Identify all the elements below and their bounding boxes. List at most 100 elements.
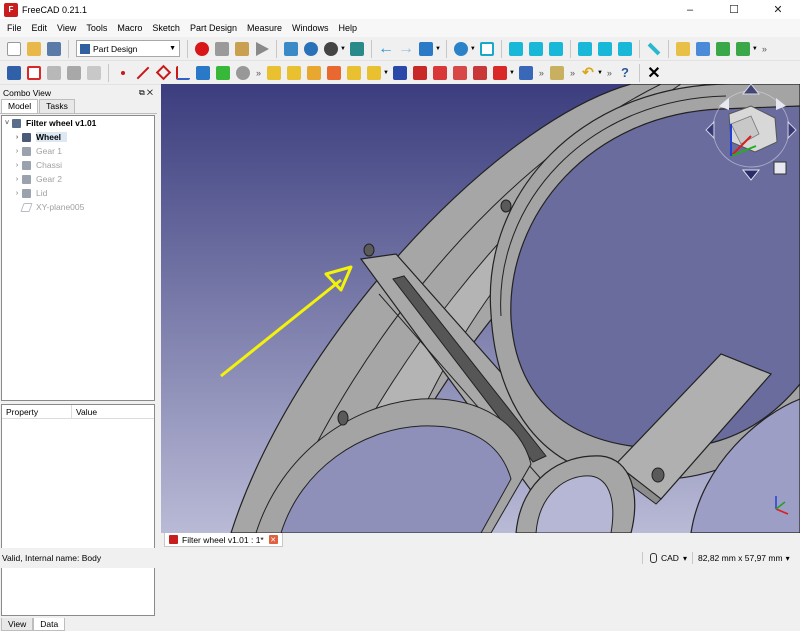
link-actions-button[interactable]: [734, 40, 752, 58]
revolution-button[interactable]: [285, 64, 303, 82]
tree-item[interactable]: ˅ Filter wheel v1.01: [2, 116, 154, 130]
create-part-button[interactable]: [674, 40, 692, 58]
dimension-indicator[interactable]: 82,82 mm x 57,97 mm ▾: [698, 548, 790, 568]
chevron-down-icon[interactable]: ▼: [752, 46, 758, 52]
close-toolbar-button[interactable]: ✕: [645, 64, 663, 82]
nav-cube-menu-icon[interactable]: [773, 161, 787, 175]
create-point-button[interactable]: [114, 64, 132, 82]
menu-measure[interactable]: Measure: [242, 23, 287, 33]
expand-arrow-icon[interactable]: ›: [12, 134, 22, 141]
undo-button[interactable]: ↶: [579, 64, 597, 82]
pocket-button[interactable]: [391, 64, 409, 82]
create-group-button[interactable]: [694, 40, 712, 58]
create-line-button[interactable]: [134, 64, 152, 82]
tree-item[interactable]: › Gear 2: [2, 172, 154, 186]
additive-pipe-button[interactable]: [325, 64, 343, 82]
macro-edit-button[interactable]: [233, 40, 251, 58]
new-document-button[interactable]: [5, 40, 23, 58]
3d-scene[interactable]: [161, 84, 800, 533]
hole-button[interactable]: [411, 64, 429, 82]
tab-model[interactable]: Model: [1, 99, 39, 113]
zoom-button[interactable]: [452, 40, 470, 58]
local-cs-button[interactable]: [174, 64, 192, 82]
navigation-style-button[interactable]: CAD ▾: [650, 548, 687, 568]
expand-arrow-icon[interactable]: ˅: [2, 120, 12, 127]
pad-button[interactable]: [265, 64, 283, 82]
expand-arrow-icon[interactable]: ›: [12, 162, 22, 169]
3d-viewport[interactable]: [161, 84, 800, 533]
save-button[interactable]: [45, 40, 63, 58]
back-button[interactable]: ←: [377, 40, 395, 58]
forward-button[interactable]: →: [397, 40, 415, 58]
menu-sketch[interactable]: Sketch: [147, 23, 185, 33]
menu-tools[interactable]: Tools: [81, 23, 112, 33]
toolbar-overflow-icon[interactable]: »: [256, 68, 261, 78]
chevron-down-icon[interactable]: ▼: [340, 46, 346, 52]
macro-run-button[interactable]: [253, 40, 271, 58]
tree-item[interactable]: › Gear 1: [2, 144, 154, 158]
macro-record-button[interactable]: [193, 40, 211, 58]
clone-button[interactable]: [194, 64, 212, 82]
chevron-down-icon[interactable]: ▼: [597, 70, 603, 76]
toolbar-overflow-icon[interactable]: »: [607, 68, 612, 78]
close-window-button[interactable]: ✕: [756, 0, 800, 19]
draw-style-button[interactable]: [322, 40, 340, 58]
subtractive-primitive-button[interactable]: [491, 64, 509, 82]
chevron-down-icon[interactable]: ▼: [383, 70, 389, 76]
additive-helix-button[interactable]: [345, 64, 363, 82]
sprocket-button[interactable]: [234, 64, 252, 82]
tab-view[interactable]: View: [1, 618, 34, 631]
feature-sketch-button[interactable]: [214, 64, 232, 82]
tab-data[interactable]: Data: [33, 618, 66, 631]
create-sketch-button[interactable]: [25, 64, 43, 82]
boolean-button[interactable]: [517, 64, 535, 82]
bounding-box-button[interactable]: [348, 40, 366, 58]
view-bottom-button[interactable]: [596, 40, 614, 58]
property-column-header[interactable]: Property: [2, 405, 72, 418]
view-left-button[interactable]: [616, 40, 634, 58]
toolbar-overflow-icon[interactable]: »: [762, 44, 767, 54]
view-top-button[interactable]: [527, 40, 545, 58]
create-plane-button[interactable]: [154, 64, 172, 82]
menu-windows[interactable]: Windows: [287, 23, 334, 33]
panel-float-close-icons[interactable]: ⧉ ✕: [139, 88, 153, 98]
menu-help[interactable]: Help: [334, 23, 363, 33]
menu-view[interactable]: View: [52, 23, 81, 33]
view-front-button[interactable]: [507, 40, 525, 58]
value-column-header[interactable]: Value: [72, 405, 97, 418]
shape-binder-button[interactable]: [65, 64, 83, 82]
menu-part-design[interactable]: Part Design: [185, 23, 242, 33]
tree-item[interactable]: XY-plane005: [2, 200, 154, 214]
tree-item[interactable]: › Chassi: [2, 158, 154, 172]
fit-all-button[interactable]: [282, 40, 300, 58]
tree-item[interactable]: › Lid: [2, 186, 154, 200]
open-button[interactable]: [25, 40, 43, 58]
close-tab-icon[interactable]: ✕: [268, 535, 278, 544]
expand-arrow-icon[interactable]: ›: [12, 176, 22, 183]
create-body-button[interactable]: [5, 64, 23, 82]
expand-arrow-icon[interactable]: ›: [12, 190, 22, 197]
tree-item[interactable]: › Wheel: [2, 130, 154, 144]
additive-loft-button[interactable]: [305, 64, 323, 82]
measure-distance-button[interactable]: [645, 40, 663, 58]
fit-selection-button[interactable]: [302, 40, 320, 58]
menu-macro[interactable]: Macro: [112, 23, 147, 33]
subshape-binder-button[interactable]: [85, 64, 103, 82]
view-isometric-button[interactable]: [478, 40, 496, 58]
sync-view-button[interactable]: [417, 40, 435, 58]
validate-sketch-button[interactable]: [45, 64, 63, 82]
additive-primitive-button[interactable]: [365, 64, 383, 82]
make-link-button[interactable]: [714, 40, 732, 58]
tab-tasks[interactable]: Tasks: [39, 99, 75, 113]
chevron-down-icon[interactable]: ▼: [509, 70, 515, 76]
menu-edit[interactable]: Edit: [27, 23, 53, 33]
chevron-down-icon[interactable]: ▼: [435, 46, 441, 52]
workbench-selector[interactable]: Part Design ▼: [76, 40, 180, 57]
menu-file[interactable]: File: [2, 23, 27, 33]
whats-this-button[interactable]: ?: [616, 64, 634, 82]
subtractive-pipe-button[interactable]: [471, 64, 489, 82]
measure-linear-button[interactable]: [548, 64, 566, 82]
subtractive-loft-button[interactable]: [451, 64, 469, 82]
document-tab[interactable]: Filter wheel v1.01 : 1* ✕: [164, 533, 283, 547]
minimize-button[interactable]: –: [668, 0, 712, 19]
